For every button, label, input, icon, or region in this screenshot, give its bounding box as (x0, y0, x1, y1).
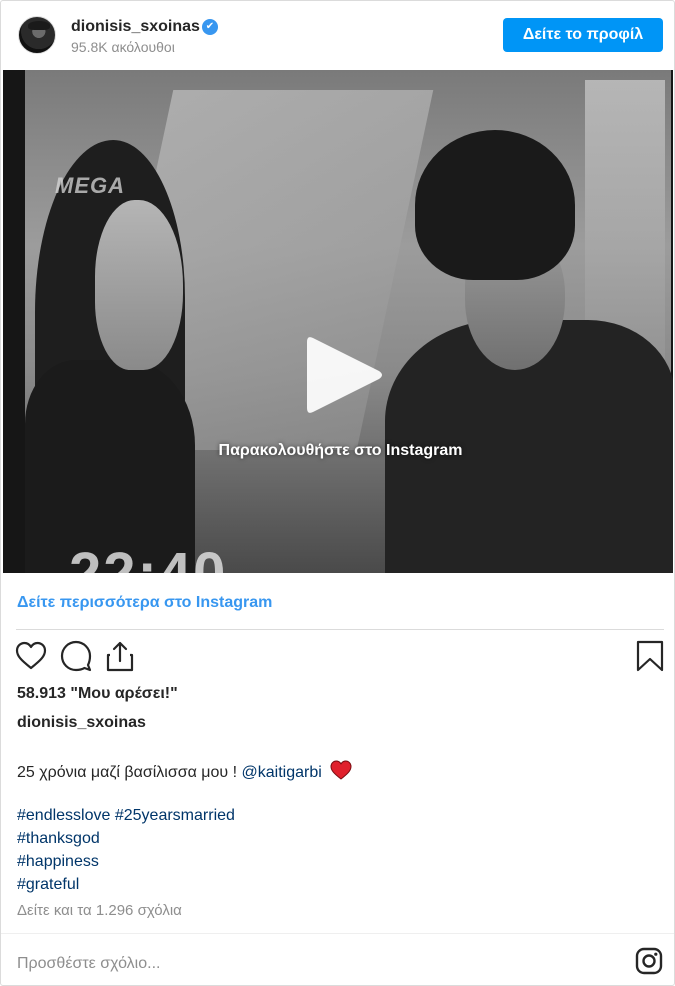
see-more-link[interactable]: Δείτε περισσότερα στο Instagram (17, 594, 272, 612)
followers-count: 95.8K ακόλουθοι (71, 39, 175, 55)
hashtag[interactable]: #25yearsmarried (115, 807, 235, 824)
caption-body: 25 χρόνια μαζί βασίλισσα μου ! (17, 764, 242, 781)
add-comment-input[interactable]: Προσθέστε σχόλιο... (17, 955, 160, 973)
verified-badge-icon: ✔ (202, 19, 218, 35)
video-player[interactable]: MEGA 22:40 Παρακολουθήστε στο Instagram (3, 70, 673, 573)
hashtag[interactable]: #thanksgod (17, 830, 100, 847)
caption-mention[interactable]: @kaitigarbi (242, 764, 322, 781)
video-frame (25, 70, 673, 573)
caption-username[interactable]: dionisis_sxoinas (17, 714, 146, 732)
hashtag-list: #endlesslove #25yearsmarried #thanksgod … (17, 804, 235, 896)
view-all-comments-link[interactable]: Δείτε και τα 1.296 σχόλια (17, 902, 182, 919)
play-icon[interactable] (303, 332, 385, 418)
share-icon[interactable] (103, 639, 137, 673)
bookmark-icon[interactable] (633, 639, 667, 673)
post-header: dionisis_sxoinas ✔ 95.8K ακόλουθοι Δείτε… (1, 1, 674, 69)
red-heart-emoji-icon (330, 760, 352, 780)
comment-icon[interactable] (59, 639, 93, 673)
divider (16, 629, 664, 630)
instagram-logo-icon[interactable] (635, 947, 663, 975)
avatar[interactable] (18, 16, 56, 54)
header-username[interactable]: dionisis_sxoinas (71, 18, 200, 36)
instagram-embed-card: dionisis_sxoinas ✔ 95.8K ακόλουθοι Δείτε… (0, 0, 675, 986)
likes-count[interactable]: 58.913 "Μου αρέσει!" (17, 685, 178, 703)
hashtag[interactable]: #endlesslove (17, 807, 110, 824)
divider (1, 933, 674, 934)
caption-text: 25 χρόνια μαζί βασίλισσα μου ! @kaitigar… (17, 760, 352, 782)
heart-icon[interactable] (14, 639, 48, 673)
channel-logo: MEGA (55, 173, 125, 198)
video-timecode: 22:40 (69, 540, 227, 573)
view-profile-button[interactable]: Δείτε το προφίλ (503, 18, 663, 52)
hashtag[interactable]: #happiness (17, 853, 99, 870)
hashtag[interactable]: #grateful (17, 876, 79, 893)
watch-on-instagram-label[interactable]: Παρακολουθήστε στο Instagram (3, 442, 673, 460)
